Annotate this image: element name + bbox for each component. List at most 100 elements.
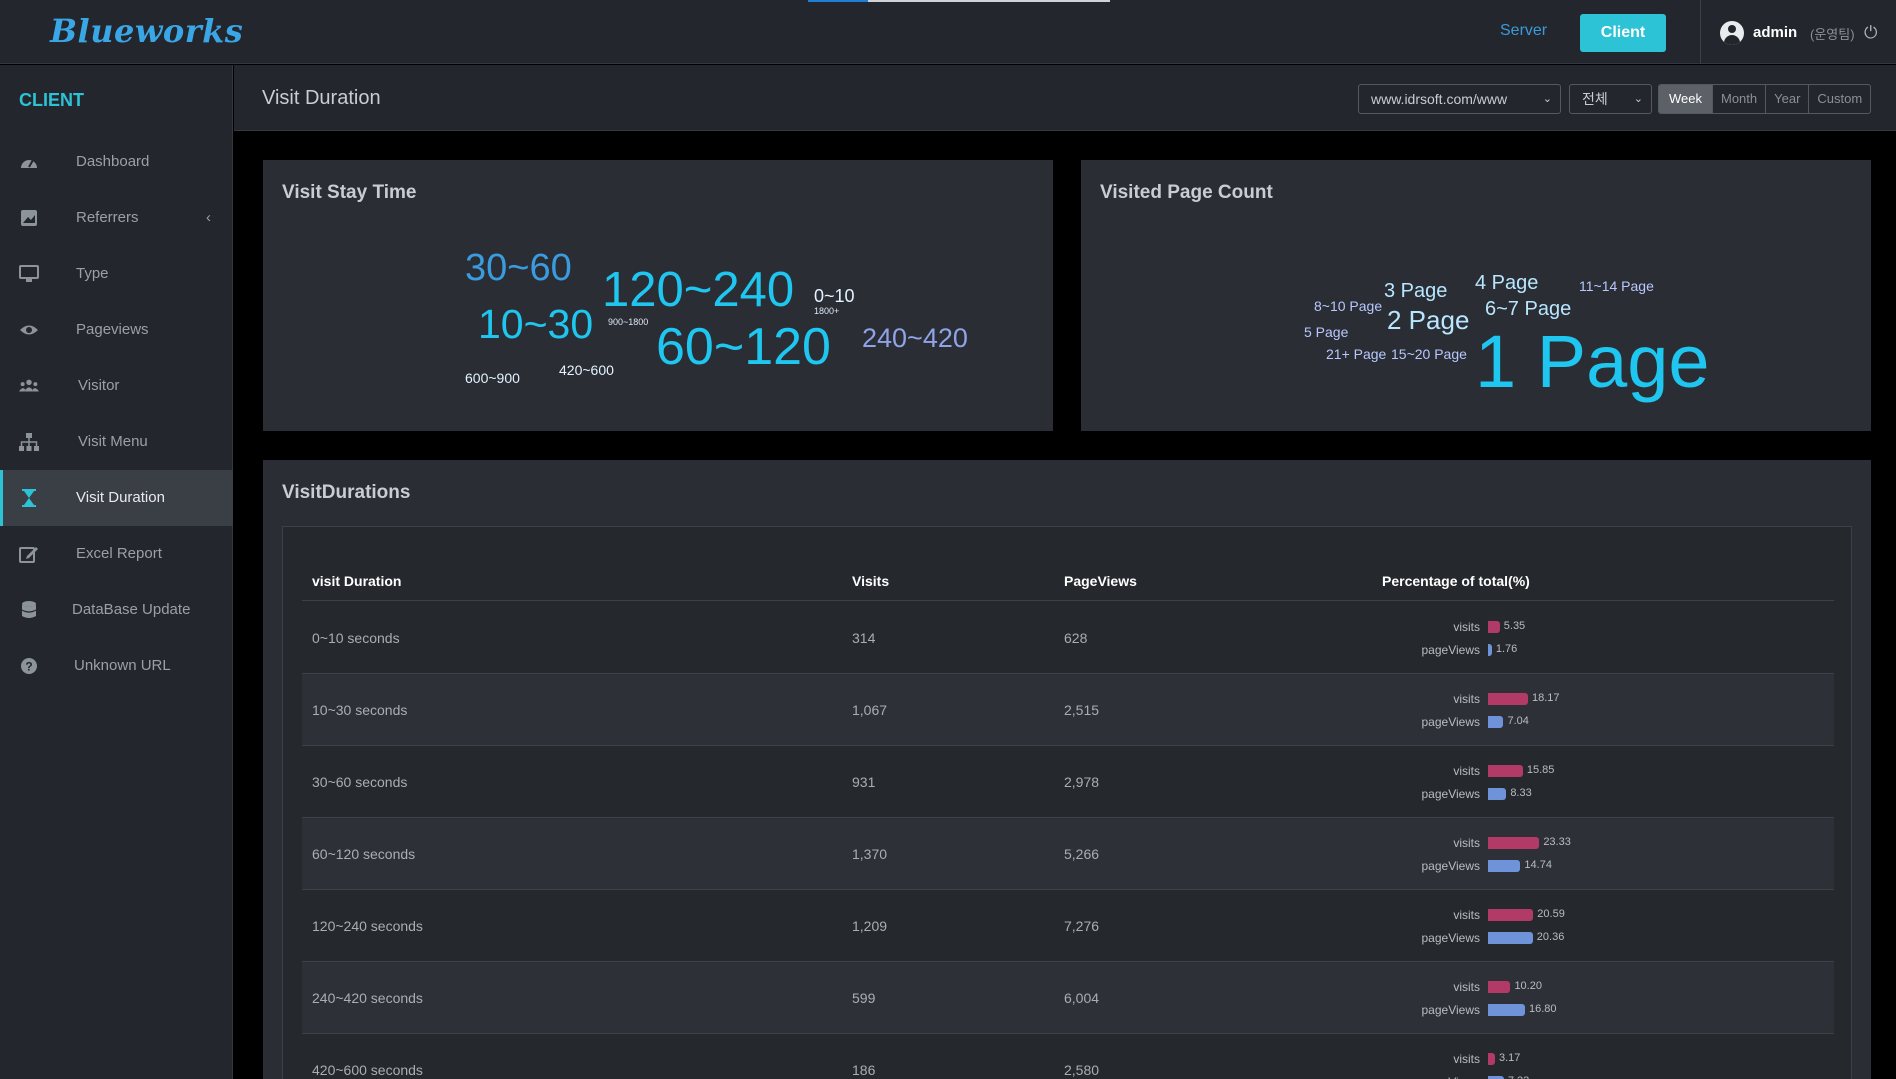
sidebar-item-label: Referrers [76,209,139,226]
pageviews-bar[interactable] [1488,860,1521,872]
pageviews-bar-label: pageViews [1421,859,1481,873]
visits-bar[interactable] [1488,909,1534,921]
sidebar-item-label: Excel Report [76,545,162,562]
sidebar-item-label: Dashboard [76,153,150,170]
column-header-pageviews[interactable]: PageViews [1064,573,1137,589]
word-cloud-item[interactable]: 4 Page [1475,272,1538,295]
site-select-value: www.idrsoft.com/www [1371,91,1508,107]
sidebar-item-pageviews[interactable]: Pageviews [0,302,233,358]
visits-bar-label: visits [1453,980,1480,994]
table-row[interactable]: 120~240 seconds 1,209 7,276 visits 20.59 page… [302,890,1834,962]
visits-bar[interactable] [1488,1053,1495,1065]
table-row[interactable]: 10~30 seconds 1,067 2,515 visits 18.17 pageVi… [302,674,1834,746]
sidebar-item-excel-report[interactable]: Excel Report [0,526,233,582]
sidebar-item-visit-menu[interactable]: Visit Menu [0,414,233,470]
percentage-bars: visits 23.33 pageViews 14.74 [1392,833,1792,879]
visits-bar[interactable] [1488,837,1540,849]
duration-cell: 30~60 seconds [312,774,408,790]
sidebar-item-dashboard[interactable]: Dashboard [0,134,233,190]
sidebar-item-label: DataBase Update [72,601,191,618]
chevron-left-icon[interactable]: ‹ [206,209,211,226]
sidebar-item-visit-duration[interactable]: Visit Duration [0,470,233,526]
app-logo[interactable]: Blueworks [50,12,243,50]
word-cloud-item[interactable]: 600~900 [465,370,520,386]
percentage-bars: visits 3.17 pageViews 7.22 [1392,1049,1792,1079]
database-icon [21,601,37,618]
site-select[interactable]: www.idrsoft.com/www ⌄ [1358,84,1561,114]
period-month-button[interactable]: Month [1712,85,1765,113]
sidebar-item-label: Visit Menu [78,433,148,450]
table-row[interactable]: 60~120 seconds 1,370 5,266 visits 23.33 pageV… [302,818,1834,890]
pageviews-bar[interactable] [1488,932,1533,944]
table-row[interactable]: 0~10 seconds 314 628 visits 5.35 pageViews 1.7… [302,602,1834,674]
word-cloud-item[interactable]: 15~20 Page [1391,346,1467,362]
pageviews-bar[interactable] [1488,1004,1525,1016]
pageviews-cell: 2,515 [1064,702,1100,718]
duration-cell: 420~600 seconds [312,1062,423,1078]
visits-bar[interactable] [1488,981,1511,993]
visits-bar[interactable] [1488,621,1500,633]
table-row[interactable]: 30~60 seconds 931 2,978 visits 15.85 pageView… [302,746,1834,818]
word-cloud-item[interactable]: 3 Page [1384,280,1447,303]
pageviews-bar-label: pageViews [1421,931,1481,945]
column-header-percentage[interactable]: Percentage of total(%) [1382,573,1530,589]
top-navbar: Blueworks Server Client admin (운영팀) ⏻ [0,0,1896,64]
sidebar-item-label: Pageviews [76,321,149,338]
duration-cell: 10~30 seconds [312,702,408,718]
table-row[interactable]: 240~420 seconds 599 6,004 visits 10.20 pageVi… [302,962,1834,1034]
sitemap-icon [19,433,39,451]
word-cloud-item[interactable]: 420~600 [559,362,614,378]
edit-icon [19,547,38,563]
image-icon [21,210,37,226]
sidebar-item-visitor[interactable]: Visitor [0,358,233,414]
word-cloud-item[interactable]: 11~14 Page [1579,278,1654,294]
word-cloud-item[interactable]: 8~10 Page [1314,298,1382,314]
duration-cell: 240~420 seconds [312,990,423,1006]
percentage-bars: visits 18.17 pageViews 7.04 [1392,689,1792,735]
pageviews-cell: 2,580 [1064,1062,1100,1078]
column-header-duration[interactable]: visit Duration [312,573,401,589]
pageviews-bar-label: pageViews [1421,643,1481,657]
word-cloud-item[interactable]: 10~30 [478,301,593,348]
word-cloud-item[interactable]: 0~10 [814,286,855,307]
user-avatar-icon[interactable] [1720,21,1744,45]
word-cloud-item[interactable]: 1 Page [1475,319,1710,404]
word-cloud-item[interactable]: 60~120 [656,317,831,377]
visits-percentage-label: 10.20 [1514,980,1542,992]
pageviews-cell: 7,276 [1064,918,1100,934]
word-cloud-item[interactable]: 240~420 [862,323,968,354]
scope-select-value: 전체 [1582,91,1608,107]
loading-progress-bar [808,0,1110,2]
pageviews-bar[interactable] [1488,644,1492,656]
period-custom-button[interactable]: Custom [1808,85,1870,113]
word-cloud-item[interactable]: 1800+ [814,306,839,316]
pageviews-percentage-label: 7.04 [1507,715,1529,727]
word-cloud-item[interactable]: 30~60 [465,247,572,290]
navbar-divider [1700,0,1701,64]
visits-bar[interactable] [1488,765,1523,777]
visits-bar[interactable] [1488,693,1528,705]
word-cloud-item[interactable]: 21+ Page [1326,346,1386,362]
pageviews-cell: 2,978 [1064,774,1100,790]
word-cloud-item[interactable]: 2 Page [1387,305,1469,336]
server-nav-link[interactable]: Server [1500,22,1547,40]
pageviews-bar[interactable] [1488,788,1507,800]
sidebar-item-referrers[interactable]: Referrers ‹ [0,190,233,246]
sidebar-item-unknown-url[interactable]: ? Unknown URL [0,638,233,694]
sidebar-item-database-update[interactable]: DataBase Update [0,582,233,638]
percentage-bars: visits 15.85 pageViews 8.33 [1392,761,1792,807]
word-cloud-item[interactable]: 5 Page [1304,324,1348,340]
power-logout-icon[interactable]: ⏻ [1864,23,1877,43]
period-year-button[interactable]: Year [1765,85,1808,113]
client-nav-button[interactable]: Client [1580,14,1666,52]
period-week-button[interactable]: Week [1659,85,1712,113]
word-cloud-item[interactable]: 6~7 Page [1485,298,1571,321]
table-row[interactable]: 420~600 seconds 186 2,580 visits 3.17 pageVie… [302,1034,1834,1079]
sidebar-item-type[interactable]: Type [0,246,233,302]
column-header-visits[interactable]: Visits [852,573,889,589]
pageviews-bar[interactable] [1488,716,1504,728]
word-cloud-item[interactable]: 900~1800 [608,317,648,327]
scope-select[interactable]: 전체 ⌄ [1569,84,1652,114]
user-name[interactable]: admin [1753,24,1797,41]
word-cloud-item[interactable]: 120~240 [602,262,794,318]
